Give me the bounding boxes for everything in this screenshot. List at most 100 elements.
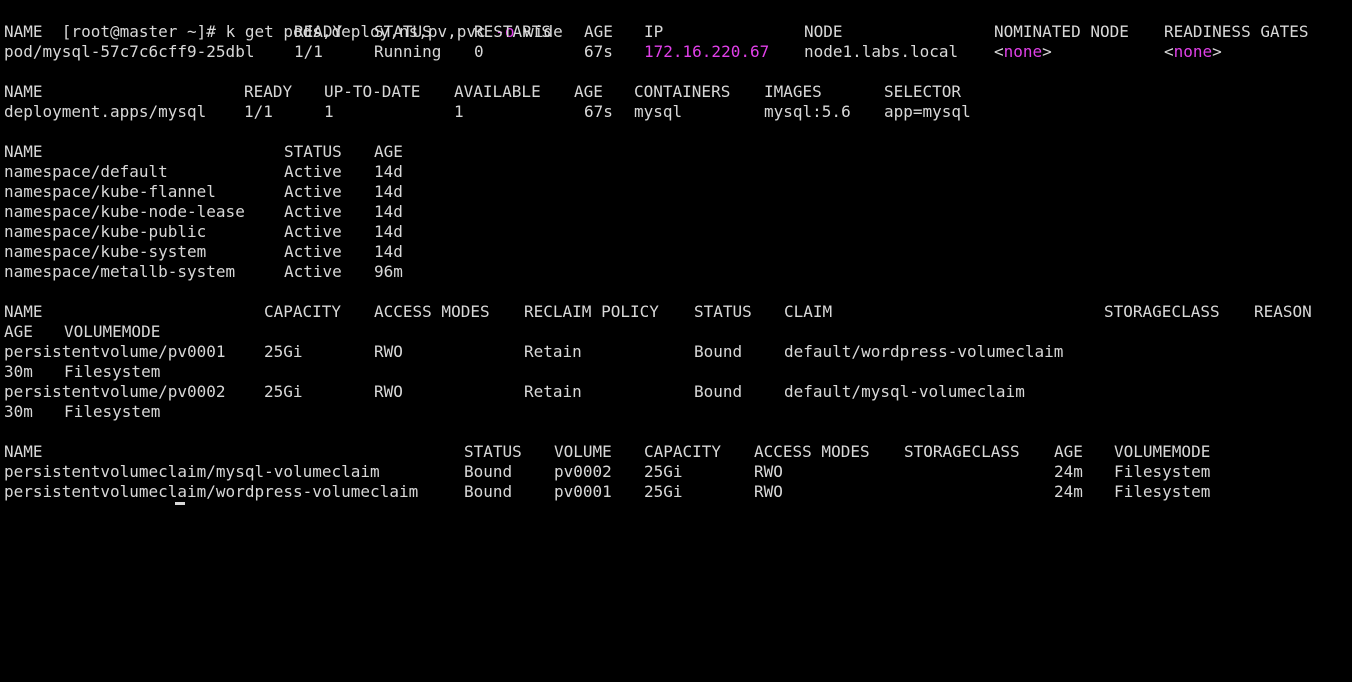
pv-capacity: 25Gi [264,342,303,361]
pods-col-gates: READINESS GATES [1164,22,1309,41]
pod-ip: 172.16.220.67 [644,42,770,61]
deploy-col-containers: CONTAINERS [634,82,731,101]
ns-age: 96m [374,262,403,281]
pvc-capacity: 25Gi [644,482,683,501]
pvc-status: Bound [464,482,513,501]
pods-col-node: NODE [804,22,843,41]
pvc-col-volumemode: VOLUMEMODE [1114,442,1211,461]
pods-col-age: AGE [584,22,613,41]
pv-col-access: ACCESS MODES [374,302,490,321]
pv-name: persistentvolume/pv0001 [4,342,226,361]
ns-age: 14d [374,222,403,241]
pod-row: pod/mysql-57c7c6cff9-25dbl 1/1 Running 0… [0,42,1222,62]
pvc-age: 24m [1054,482,1083,501]
pvc-volume: pv0002 [554,462,612,481]
pods-header-row: NAME READY STATUS RESTARTS AGE IP NODE N… [0,22,1309,42]
pvc-row: persistentvolumeclaim/mysql-volumeclaim … [0,462,1210,482]
deploy-col-age: AGE [574,82,603,101]
ns-row: namespace/kube-flannel Active 14d [0,182,403,202]
ns-name: namespace/kube-node-lease [4,202,245,221]
pv-volumemode: Filesystem [64,362,161,381]
pvc-volumemode: Filesystem [1114,482,1211,501]
ns-row: namespace/default Active 14d [0,162,403,182]
shell-prompt: [root@master ~]# [61,22,226,41]
ns-name: namespace/kube-flannel [4,182,216,201]
deploy-containers: mysql [634,102,683,121]
pvc-header-row: NAME STATUS VOLUME CAPACITY ACCESS MODES… [0,442,1210,462]
ns-status: Active [284,262,342,281]
ns-col-status: STATUS [284,142,342,161]
deploy-ready: 1/1 [244,102,273,121]
command-line: [root@master ~]# k get pods,deploy,ns,pv… [0,2,563,41]
pvc-access: RWO [754,482,783,501]
pv-status: Bound [694,382,743,401]
terminal-window[interactable]: [root@master ~]# k get pods,deploy,ns,pv… [0,0,1352,505]
ns-age: 14d [374,242,403,261]
ns-header-row: NAME STATUS AGE [0,142,403,162]
pvc-col-access: ACCESS MODES [754,442,870,461]
deploy-row: deployment.apps/mysql 1/1 1 1 67s mysql … [0,102,971,122]
pod-age: 67s [584,42,613,61]
pv-col-volumemode: VOLUMEMODE [64,322,161,341]
pv-header-wrap-row: AGE VOLUMEMODE [0,322,160,342]
deploy-col-available: AVAILABLE [454,82,541,101]
pvc-name: persistentvolumeclaim/mysql-volumeclaim [4,462,380,481]
pvc-row: persistentvolumeclaim/wordpress-volumecl… [0,482,1210,502]
pod-restarts: 0 [474,42,484,61]
ns-status: Active [284,202,342,221]
deploy-col-ready: READY [244,82,293,101]
ns-col-age: AGE [374,142,403,161]
pv-row: persistentvolume/pv0001 25Gi RWO Retain … [0,342,1063,362]
pods-col-status: STATUS [374,22,432,41]
pv-col-reason: REASON [1254,302,1312,321]
deploy-header-row: NAME READY UP-TO-DATE AVAILABLE AGE CONT… [0,82,961,102]
pods-col-ready: READY [294,22,343,41]
pod-ready: 1/1 [294,42,323,61]
ns-name: namespace/metallb-system [4,262,236,281]
pv-age: 30m [4,402,33,421]
pvc-age: 24m [1054,462,1083,481]
deploy-age: 67s [584,102,613,121]
pv-access: RWO [374,342,403,361]
pv-col-status: STATUS [694,302,752,321]
pvc-col-volume: VOLUME [554,442,612,461]
pv-status: Bound [694,342,743,361]
ns-age: 14d [374,162,403,181]
deploy-col-name: NAME [4,82,43,101]
pv-name: persistentvolume/pv0002 [4,382,226,401]
deploy-col-selector: SELECTOR [884,82,962,101]
pod-status: Running [374,42,442,61]
pvc-volume: pv0001 [554,482,612,501]
pv-capacity: 25Gi [264,382,303,401]
pv-col-name: NAME [4,302,43,321]
pv-row-wrap: 30m Filesystem [0,362,160,382]
pod-name: pod/mysql-57c7c6cff9-25dbl [4,42,255,61]
ns-col-name: NAME [4,142,43,161]
pv-col-age: AGE [4,322,33,341]
deploy-uptodate: 1 [324,102,334,121]
deploy-images: mysql:5.6 [764,102,851,121]
pv-age: 30m [4,362,33,381]
ns-row: namespace/metallb-system Active 96m [0,262,403,282]
pv-header-row: NAME CAPACITY ACCESS MODES RECLAIM POLIC… [0,302,1312,322]
pvc-col-capacity: CAPACITY [644,442,722,461]
pv-col-claim: CLAIM [784,302,833,321]
ns-name: namespace/kube-public [4,222,207,241]
pod-nominated-node: <none> [994,42,1052,61]
pvc-capacity: 25Gi [644,462,683,481]
pods-col-nominated: NOMINATED NODE [994,22,1129,41]
pvc-col-name: NAME [4,442,43,461]
ns-name: namespace/kube-system [4,242,207,261]
deploy-selector: app=mysql [884,102,971,121]
ns-status: Active [284,222,342,241]
pod-node: node1.labs.local [804,42,959,61]
pv-claim: default/mysql-volumeclaim [784,382,1025,401]
pv-reclaim: Retain [524,342,582,361]
deploy-available: 1 [454,102,464,121]
pv-col-storageclass: STORAGECLASS [1104,302,1220,321]
deploy-name: deployment.apps/mysql [4,102,207,121]
ns-age: 14d [374,202,403,221]
pvc-status: Bound [464,462,513,481]
ns-name: namespace/default [4,162,168,181]
pv-row-wrap: 30m Filesystem [0,402,160,422]
